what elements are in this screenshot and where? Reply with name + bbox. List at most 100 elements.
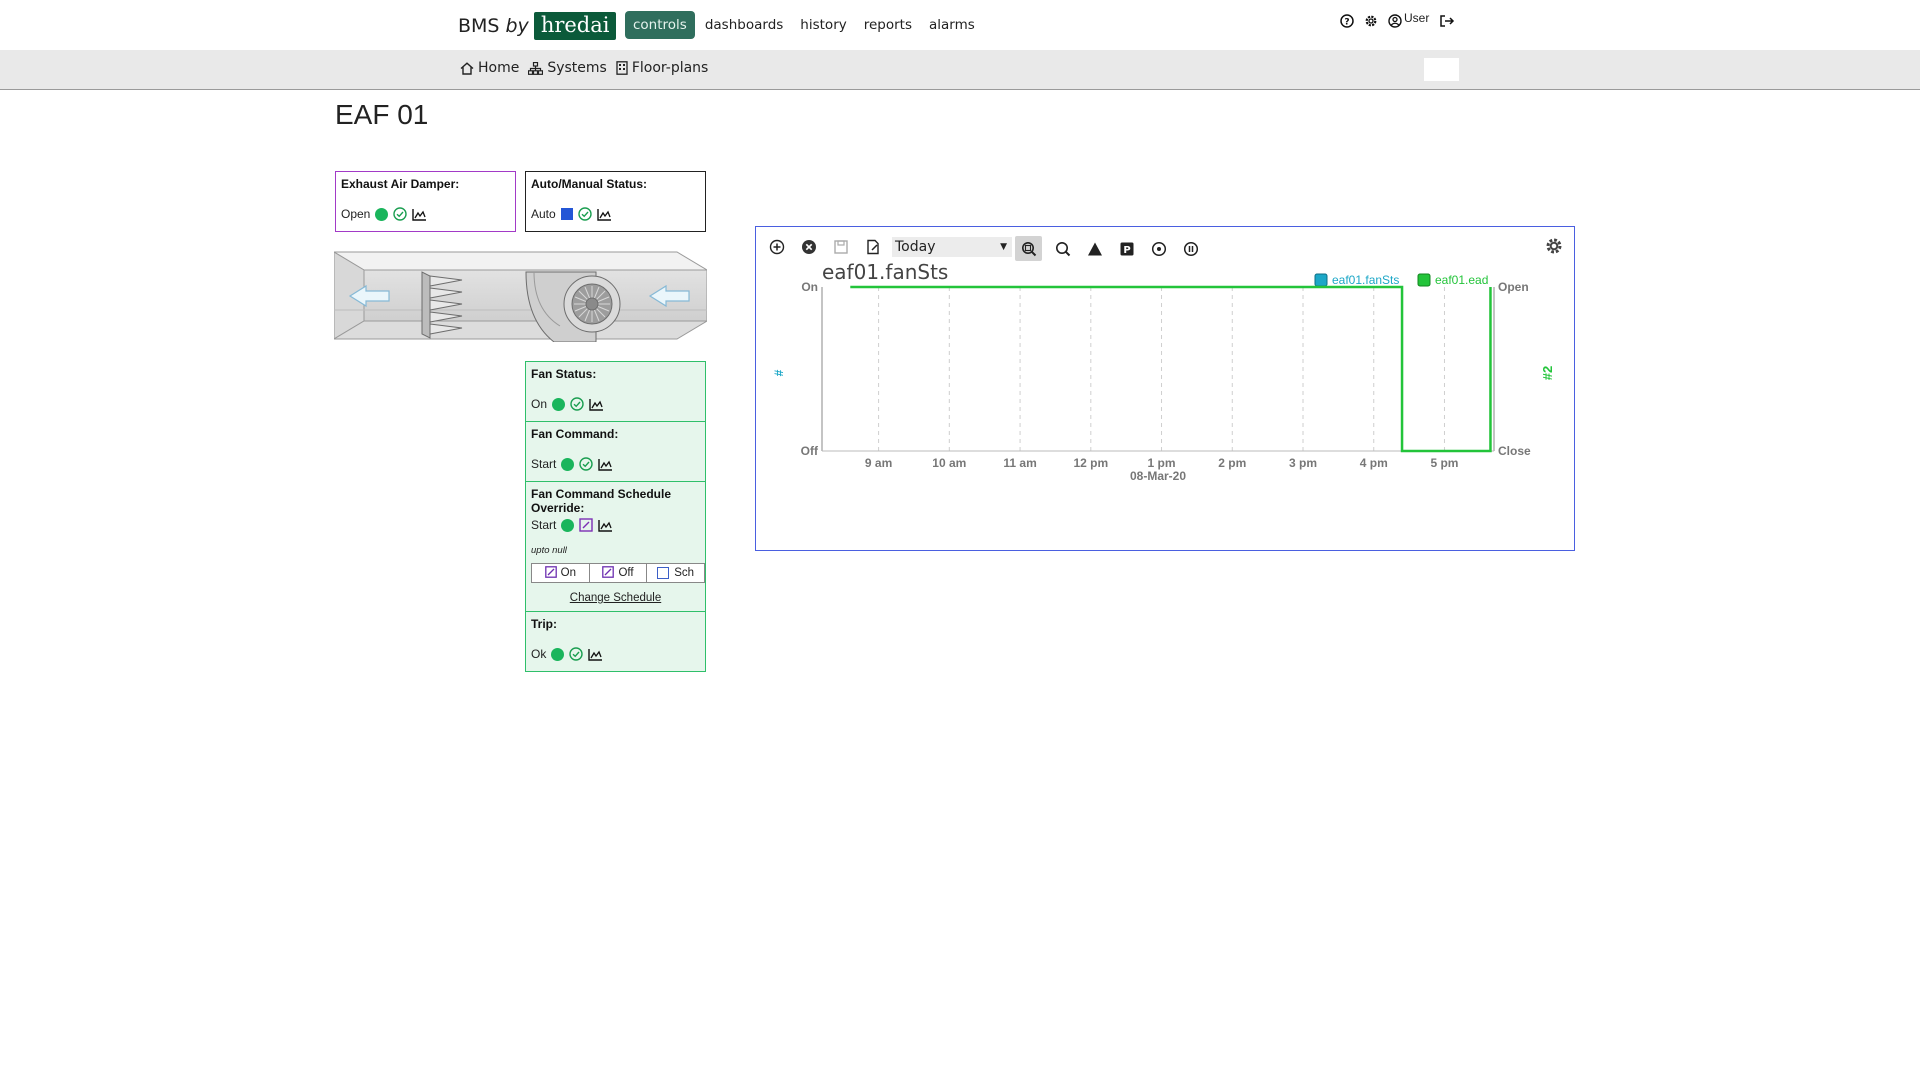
fan-status-label: Fan Status:	[531, 367, 597, 381]
export-doc-icon[interactable]	[862, 236, 884, 258]
nav-alarms[interactable]: alarms	[929, 17, 975, 33]
zoom-fit-icon[interactable]	[1015, 236, 1042, 261]
pause-circle-icon[interactable]	[1180, 238, 1202, 260]
toolbar-blank-box[interactable]	[1424, 58, 1459, 81]
auto-manual-value: Auto	[531, 207, 556, 221]
chart-toolbar-right: P	[1015, 236, 1212, 261]
gear-icon[interactable]	[1364, 14, 1378, 28]
status-dot-icon	[561, 518, 575, 532]
breadcrumb-floorplans-label: Floor-plans	[631, 60, 709, 76]
checkbox-icon	[657, 567, 670, 579]
top-icons: ? User	[1340, 11, 1465, 28]
breadcrumb-home[interactable]: Home	[460, 60, 519, 76]
breadcrumb-systems[interactable]: Systems	[528, 60, 607, 76]
breadcrumb-systems-label: Systems	[547, 60, 607, 76]
top-bar: BMS by hredai controls dashboards histor…	[0, 0, 1920, 50]
x-tick-label: 11 am	[1003, 456, 1036, 470]
sitemap-icon	[528, 61, 544, 75]
x-axis-ticks: 9 am 10 am 11 am 12 pm 1 pm 2 pm 3 pm 4 pm 5 pm	[865, 456, 1459, 470]
x-tick-label: 4 pm	[1360, 456, 1388, 470]
override-on-button[interactable]: On	[532, 564, 590, 582]
fan-override-label: Fan Command Schedule Override:	[531, 487, 672, 515]
legend-label-damper[interactable]: eaf01.ead	[1435, 273, 1488, 287]
check-circle-icon[interactable]	[579, 457, 594, 471]
legend-label-fan[interactable]: eaf01.fanSts	[1332, 273, 1399, 287]
override-buttons: On Off Sch	[531, 563, 705, 583]
save-icon[interactable]	[830, 236, 852, 258]
main-nav: controls dashboards history reports alar…	[625, 10, 992, 40]
nav-history[interactable]: history	[800, 17, 846, 33]
building-icon	[616, 61, 628, 75]
chart-series	[850, 285, 1492, 453]
brand-logo[interactable]: BMS by hredai	[458, 10, 617, 41]
breadcrumb-bar: Home Systems Floor-plans	[0, 50, 1920, 90]
trend-chart-icon[interactable]	[589, 398, 604, 411]
chart-legend: eaf01.fanSts eaf01.ead	[1314, 273, 1488, 287]
y-left-tick-on: On	[801, 280, 818, 294]
x-tick-label: 5 pm	[1430, 456, 1458, 470]
time-range-select[interactable]: Today ▼	[892, 237, 1012, 257]
svg-text:P: P	[1123, 245, 1130, 256]
breadcrumb-floorplans[interactable]: Floor-plans	[616, 60, 709, 76]
chart-grid	[878, 287, 1445, 451]
check-circle-icon[interactable]	[577, 207, 592, 221]
zoom-icon[interactable]	[1052, 238, 1074, 260]
logout-icon[interactable]	[1439, 14, 1455, 28]
trend-chart-icon[interactable]	[596, 208, 612, 221]
fan-override-card: Fan Command Schedule Override: Start upt…	[525, 481, 706, 612]
nav-dashboards[interactable]: dashboards	[705, 17, 783, 33]
fan-command-value: Start	[531, 457, 557, 471]
trend-chart-icon[interactable]	[598, 519, 613, 532]
chart-title: eaf01.fanSts	[822, 262, 948, 284]
auto-manual-card: Auto/Manual Status: Auto	[525, 171, 706, 232]
nav-controls[interactable]: controls	[625, 11, 695, 39]
legend-swatch-damper[interactable]	[1417, 273, 1431, 287]
override-sch-button[interactable]: Sch	[647, 564, 704, 582]
user-menu[interactable]: User	[1388, 11, 1429, 28]
trend-chart-icon[interactable]	[598, 458, 613, 471]
trend-chart-panel: Today ▼ P eaf01.fanSts eaf01.fanSts eaf0…	[755, 226, 1575, 551]
target-icon[interactable]	[1148, 238, 1170, 260]
add-circle-icon[interactable]	[766, 236, 788, 258]
status-dot-icon	[551, 647, 565, 661]
help-icon[interactable]: ?	[1340, 14, 1354, 28]
damper-value: Open	[341, 207, 371, 221]
status-dot-icon	[375, 207, 389, 221]
auto-square-icon	[560, 208, 573, 220]
alert-triangle-icon[interactable]	[1084, 238, 1106, 260]
damper-card: Exhaust Air Damper: Open	[335, 171, 516, 232]
parking-icon[interactable]: P	[1116, 238, 1138, 260]
brand-wordmark: hredai	[533, 11, 617, 40]
home-icon	[460, 61, 474, 75]
brand-name: BMS	[458, 14, 500, 37]
series-line[interactable]	[850, 285, 1492, 453]
trend-chart-icon[interactable]	[412, 208, 427, 221]
legend-swatch-fan[interactable]	[1314, 273, 1328, 287]
fan-override-value: Start	[531, 518, 557, 532]
y-right-axis-label: #2	[1540, 366, 1555, 380]
user-icon	[1388, 14, 1402, 28]
fan-status-value: On	[531, 397, 548, 411]
y-left-axis-label: #	[772, 369, 786, 376]
edit-icon	[602, 565, 618, 581]
check-circle-icon[interactable]	[570, 397, 584, 411]
x-tick-label: 12 pm	[1073, 456, 1108, 470]
x-axis-date: 08-Mar-20	[1130, 469, 1186, 483]
fan-status-card: Fan Status: On	[525, 361, 706, 422]
chart-toolbar	[766, 236, 894, 258]
check-circle-icon[interactable]	[569, 647, 584, 661]
trend-chart-icon[interactable]	[588, 648, 603, 661]
edit-icon	[544, 565, 561, 581]
override-note: upto null	[531, 545, 567, 556]
auto-manual-label: Auto/Manual Status:	[531, 177, 647, 191]
change-schedule-link[interactable]: Change Schedule	[526, 592, 705, 604]
x-tick-label: 10 am	[932, 456, 966, 470]
nav-reports[interactable]: reports	[864, 17, 912, 33]
remove-circle-icon[interactable]	[798, 236, 820, 258]
trend-chart: eaf01.fanSts eaf01.fanSts eaf01.ead On O…	[772, 262, 1555, 483]
edit-icon[interactable]	[579, 518, 594, 532]
chart-settings-gear-icon[interactable]	[1544, 236, 1564, 261]
check-circle-icon[interactable]	[393, 207, 408, 221]
breadcrumb-home-label: Home	[478, 60, 520, 76]
override-off-button[interactable]: Off	[590, 564, 648, 582]
